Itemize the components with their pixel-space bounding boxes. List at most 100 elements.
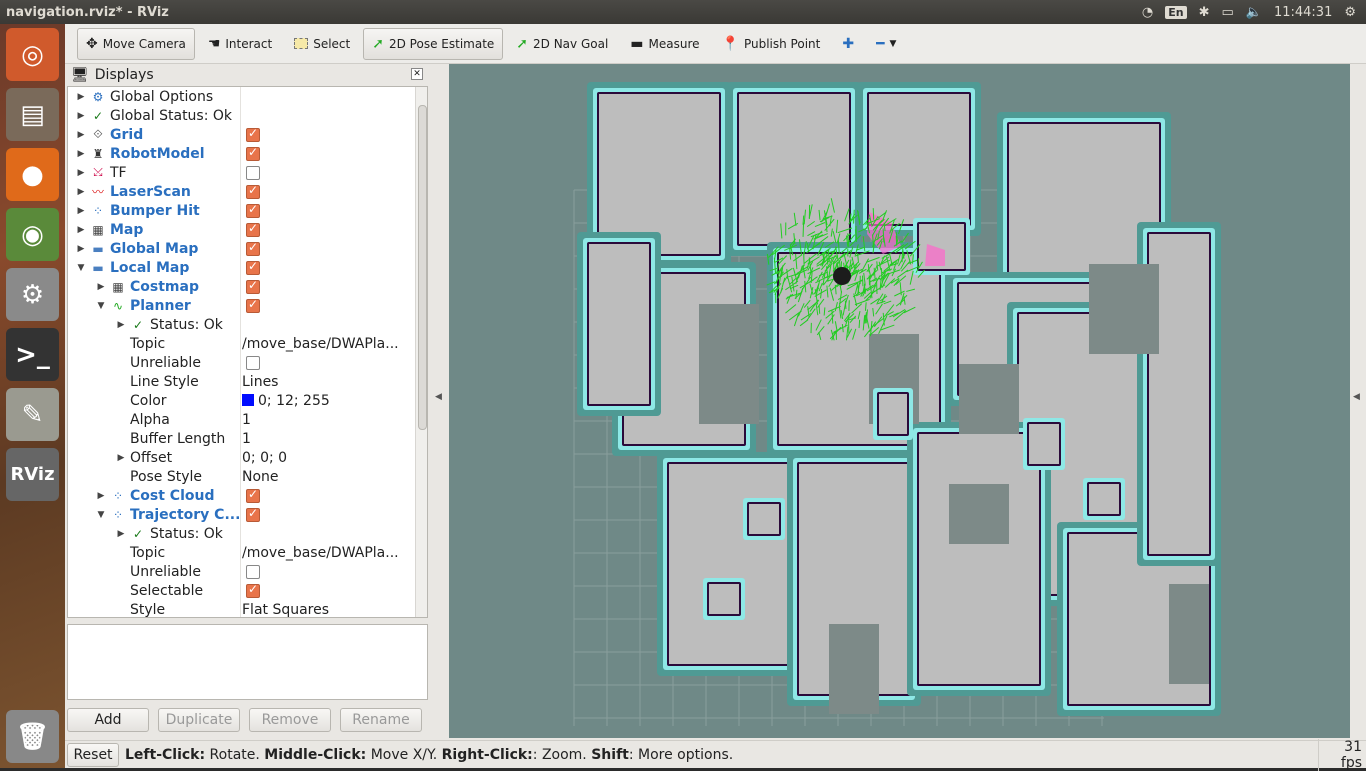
- close-icon[interactable]: ✕: [411, 68, 423, 80]
- expand-right-icon[interactable]: ▶: [76, 149, 86, 159]
- display-row[interactable]: Unreliable: [68, 353, 412, 372]
- display-row[interactable]: ▶⤩TF: [68, 163, 412, 182]
- rename-button[interactable]: Rename: [340, 708, 422, 732]
- pose-estimate-button[interactable]: ➚2D Pose Estimate: [363, 28, 503, 60]
- trash-icon[interactable]: 🗑: [6, 710, 59, 763]
- display-row[interactable]: ▶✓Status: Ok: [68, 524, 412, 543]
- collapse-right-icon[interactable]: ◀: [1353, 392, 1360, 402]
- expand-right-icon[interactable]: ▶: [116, 453, 126, 463]
- display-row[interactable]: ▼▬Local Map: [68, 258, 412, 277]
- property-value[interactable]: /move_base/DWAPla...: [242, 545, 407, 561]
- expand-down-icon[interactable]: ▼: [96, 301, 106, 311]
- expand-right-icon[interactable]: ▶: [76, 168, 86, 178]
- enable-checkbox[interactable]: [246, 147, 260, 161]
- expand-right-icon[interactable]: ▶: [116, 529, 126, 539]
- move-camera-button[interactable]: ✥Move Camera: [77, 28, 195, 60]
- system-settings-icon[interactable]: ⚙: [6, 268, 59, 321]
- enable-checkbox[interactable]: [246, 128, 260, 142]
- expand-down-icon[interactable]: ▼: [96, 510, 106, 520]
- ubuntu-icon[interactable]: ◎: [6, 28, 59, 81]
- map-render[interactable]: [449, 64, 1350, 738]
- nav-goal-button[interactable]: ➚2D Nav Goal: [507, 28, 617, 60]
- expand-down-icon[interactable]: ▼: [76, 263, 86, 273]
- enable-checkbox[interactable]: [246, 280, 260, 294]
- settings-gear-icon[interactable]: ⚙: [1344, 5, 1356, 20]
- property-value[interactable]: None: [242, 469, 407, 485]
- display-row[interactable]: Topic/move_base/DWAPla...: [68, 543, 412, 562]
- expand-right-icon[interactable]: ▶: [76, 111, 86, 121]
- wifi-icon[interactable]: ◔: [1142, 5, 1153, 20]
- display-row[interactable]: ▶⁘Bumper Hit: [68, 201, 412, 220]
- enable-checkbox[interactable]: [246, 356, 260, 370]
- display-row[interactable]: ▶♜RobotModel: [68, 144, 412, 163]
- enable-checkbox[interactable]: [246, 261, 260, 275]
- property-value[interactable]: 1: [242, 431, 407, 447]
- enable-checkbox[interactable]: [246, 204, 260, 218]
- enable-checkbox[interactable]: [246, 489, 260, 503]
- display-row[interactable]: StyleFlat Squares: [68, 600, 412, 618]
- display-row[interactable]: ▶▦Costmap: [68, 277, 412, 296]
- property-value[interactable]: 1: [242, 412, 407, 428]
- display-row[interactable]: Topic/move_base/DWAPla...: [68, 334, 412, 353]
- measure-button[interactable]: ▬Measure: [621, 28, 708, 60]
- enable-checkbox[interactable]: [246, 242, 260, 256]
- add-button[interactable]: Add: [67, 708, 149, 732]
- expand-right-icon[interactable]: ▶: [76, 130, 86, 140]
- clock[interactable]: 11:44:31: [1274, 5, 1332, 20]
- property-value[interactable]: Flat Squares: [242, 602, 407, 618]
- enable-checkbox[interactable]: [246, 565, 260, 579]
- display-row[interactable]: Selectable: [68, 581, 412, 600]
- enable-checkbox[interactable]: [246, 166, 260, 180]
- scrollbar-thumb[interactable]: [418, 105, 427, 430]
- 3d-view[interactable]: [449, 64, 1350, 738]
- display-row[interactable]: Unreliable: [68, 562, 412, 581]
- bluetooth-icon[interactable]: ✱: [1199, 5, 1210, 20]
- display-row[interactable]: Color0; 12; 255: [68, 391, 412, 410]
- files-icon[interactable]: ▤: [6, 88, 59, 141]
- display-row[interactable]: ▶〰LaserScan: [68, 182, 412, 201]
- left-splitter[interactable]: ◀: [430, 64, 449, 738]
- collapse-left-icon[interactable]: ◀: [435, 392, 442, 402]
- enable-checkbox[interactable]: [246, 223, 260, 237]
- text-editor-icon[interactable]: ✎: [6, 388, 59, 441]
- remove-button[interactable]: Remove: [249, 708, 331, 732]
- display-row[interactable]: ▶▬Global Map: [68, 239, 412, 258]
- keyboard-layout[interactable]: En: [1165, 6, 1186, 19]
- firefox-icon[interactable]: ●: [6, 148, 59, 201]
- expand-right-icon[interactable]: ▶: [96, 491, 106, 501]
- reset-button[interactable]: Reset: [67, 743, 119, 767]
- expand-right-icon[interactable]: ▶: [76, 187, 86, 197]
- property-value[interactable]: Lines: [242, 374, 407, 390]
- display-row[interactable]: ▼∿Planner: [68, 296, 412, 315]
- chrome-icon[interactable]: ◉: [6, 208, 59, 261]
- expand-right-icon[interactable]: ▶: [96, 282, 106, 292]
- display-row[interactable]: Pose StyleNone: [68, 467, 412, 486]
- remove-tool-button[interactable]: ━▼: [867, 28, 905, 60]
- property-value[interactable]: 0; 0; 0: [242, 450, 407, 466]
- publish-point-button[interactable]: 📍Publish Point: [713, 28, 830, 60]
- display-row[interactable]: ▶⁘Cost Cloud: [68, 486, 412, 505]
- expand-right-icon[interactable]: ▶: [76, 244, 86, 254]
- display-row[interactable]: ▶✓Status: Ok: [68, 315, 412, 334]
- display-row[interactable]: ▶Offset0; 0; 0: [68, 448, 412, 467]
- volume-icon[interactable]: 🔈: [1246, 5, 1262, 20]
- display-row[interactable]: Line StyleLines: [68, 372, 412, 391]
- right-splitter[interactable]: ◀: [1350, 64, 1366, 738]
- property-value[interactable]: /move_base/DWAPla...: [242, 336, 407, 352]
- select-button[interactable]: Select: [285, 28, 359, 60]
- duplicate-button[interactable]: Duplicate: [158, 708, 240, 732]
- add-tool-button[interactable]: ✚: [833, 28, 863, 60]
- display-row[interactable]: Buffer Length1: [68, 429, 412, 448]
- display-row[interactable]: ▶▦Map: [68, 220, 412, 239]
- display-row[interactable]: Alpha1: [68, 410, 412, 429]
- robot-model[interactable]: [833, 267, 851, 285]
- interact-button[interactable]: ☚Interact: [199, 28, 281, 60]
- expand-right-icon[interactable]: ▶: [116, 320, 126, 330]
- enable-checkbox[interactable]: [246, 508, 260, 522]
- battery-icon[interactable]: ▭: [1221, 5, 1233, 20]
- enable-checkbox[interactable]: [246, 185, 260, 199]
- display-row[interactable]: ▶⟐Grid: [68, 125, 412, 144]
- enable-checkbox[interactable]: [246, 584, 260, 598]
- display-row[interactable]: ▶⚙Global Options: [68, 87, 412, 106]
- expand-right-icon[interactable]: ▶: [76, 225, 86, 235]
